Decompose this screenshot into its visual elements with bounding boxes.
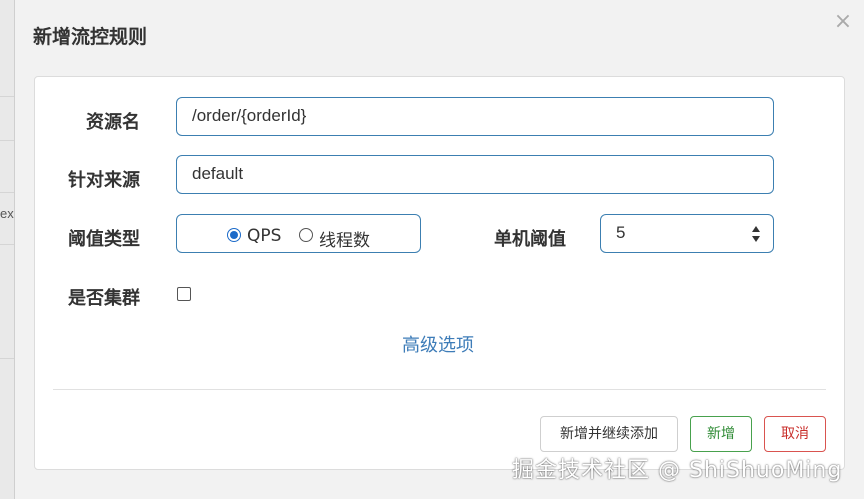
add-flow-rule-dialog: 新增流控规则 × 资源名 /order/{orderId} 针对来源 defau… [14, 0, 864, 499]
radio-qps-label[interactable]: QPS [247, 226, 281, 246]
add-button[interactable]: 新增 [690, 416, 752, 452]
dialog-title: 新增流控规则 [33, 26, 148, 48]
radio-qps[interactable] [227, 228, 241, 242]
number-spinner-icon[interactable] [751, 226, 761, 242]
close-icon[interactable]: × [833, 10, 853, 34]
cluster-mode-label: 是否集群 [68, 288, 140, 309]
form-panel: 资源名 /order/{orderId} 针对来源 default 阈值类型 Q… [34, 76, 845, 470]
background-divider [0, 140, 14, 141]
single-threshold-input[interactable]: 5 [600, 214, 774, 253]
radio-thread-count[interactable] [299, 228, 313, 242]
cluster-mode-checkbox[interactable] [177, 287, 191, 301]
resource-name-label: 资源名 [86, 112, 140, 133]
background-text-fragment: ex [0, 206, 14, 221]
watermark: 掘金技术社区 @ ShiShuoMing [512, 458, 843, 483]
add-and-continue-button[interactable]: 新增并继续添加 [540, 416, 678, 452]
background-page: ex [0, 0, 14, 499]
single-threshold-label: 单机阈值 [494, 229, 566, 250]
radio-thread-count-label[interactable]: 线程数 [319, 226, 370, 251]
spinner-up-icon[interactable] [752, 226, 760, 232]
limit-app-input[interactable]: default [176, 155, 774, 194]
background-divider [0, 244, 14, 245]
background-divider [0, 96, 14, 97]
threshold-type-radio-group: QPS 线程数 [176, 214, 421, 253]
background-divider [0, 192, 14, 193]
advanced-options-link[interactable]: 高级选项 [402, 331, 474, 357]
limit-app-label: 针对来源 [68, 170, 140, 191]
threshold-type-label: 阈值类型 [68, 229, 140, 250]
footer-divider [53, 389, 826, 390]
spinner-down-icon[interactable] [752, 236, 760, 242]
single-threshold-value: 5 [616, 223, 626, 242]
resource-name-input[interactable]: /order/{orderId} [176, 97, 774, 136]
background-divider [0, 358, 14, 359]
cancel-button[interactable]: 取消 [764, 416, 826, 452]
